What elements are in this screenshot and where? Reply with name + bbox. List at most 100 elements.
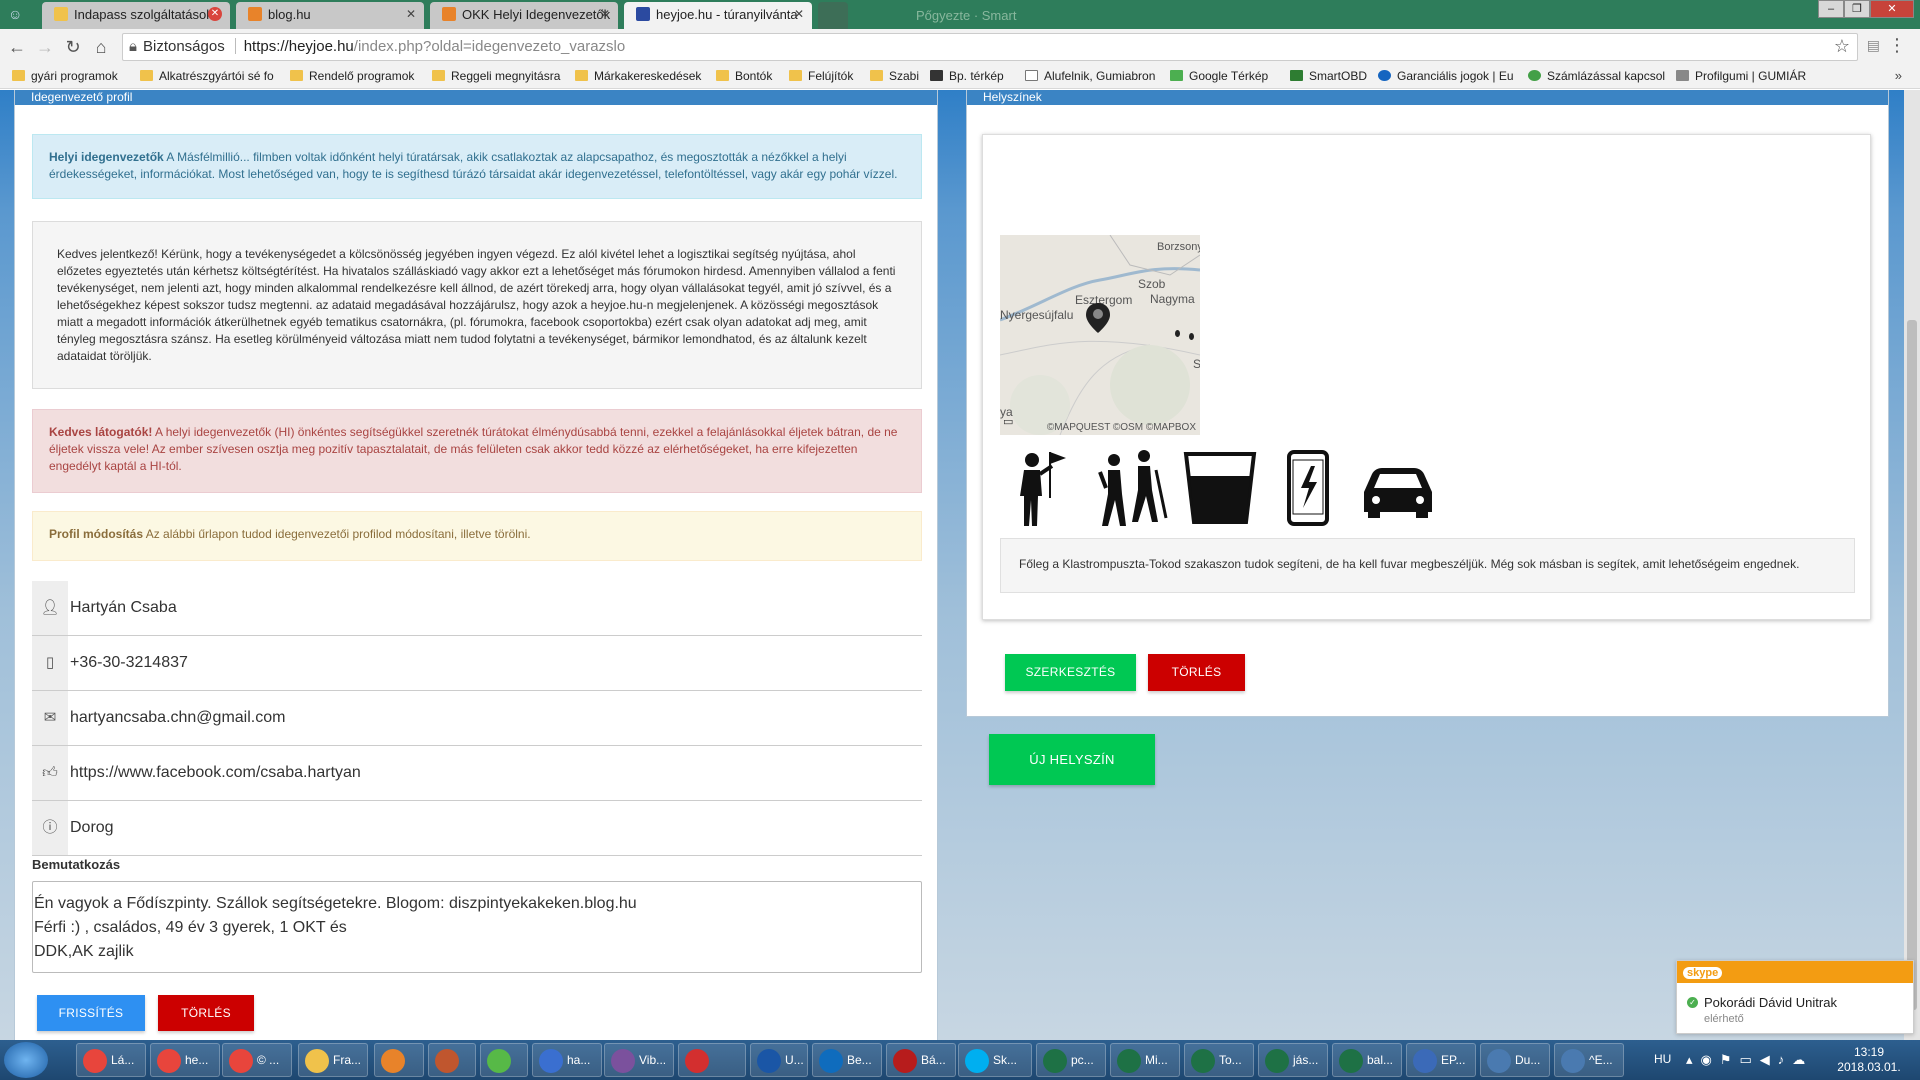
maximize-icon[interactable]: ❐ <box>1844 0 1870 18</box>
bookmarks-overflow-icon[interactable]: » <box>1895 68 1902 83</box>
map-label: Borzsony <box>1157 241 1200 253</box>
home-icon[interactable]: ⌂ <box>90 37 112 58</box>
taskbar-item[interactable]: ^E... <box>1554 1043 1624 1077</box>
app-icon <box>487 1049 511 1073</box>
email-value: hartyancsaba.chn@gmail.com <box>70 709 286 726</box>
tab-blog[interactable]: blog.hu ✕ <box>236 2 424 29</box>
taskbar-item[interactable] <box>374 1043 424 1077</box>
taskbar-item[interactable]: ha... <box>532 1043 602 1077</box>
taskbar-item[interactable] <box>678 1043 746 1077</box>
minimize-icon[interactable]: – <box>1818 0 1844 18</box>
bookmark-item[interactable]: Bp. térkép <box>930 69 1004 83</box>
location-description: Főleg a Klastrompuszta-Tokod szakaszon t… <box>1000 538 1855 593</box>
map-layers-icon[interactable]: ▭ <box>1003 415 1013 428</box>
app-icon <box>539 1049 563 1073</box>
bookmark-item[interactable]: Rendelő programok <box>290 69 414 83</box>
menu-icon[interactable]: ⋮ <box>1888 35 1906 56</box>
taskbar-item[interactable]: bal... <box>1332 1043 1402 1077</box>
bookmark-item[interactable]: Felújítók <box>789 69 853 83</box>
clock-time: 13:19 <box>1853 1045 1885 1059</box>
delete-profile-button[interactable]: TÖRLÉS <box>158 995 254 1031</box>
taskbar-item[interactable]: To... <box>1184 1043 1254 1077</box>
taskbar-item[interactable]: he... <box>150 1043 220 1077</box>
user-profile-icon[interactable]: ☺ <box>8 6 26 22</box>
skype-notification[interactable]: skype ✓ Pokorádi Dávid Unitrak elérhető <box>1676 960 1914 1034</box>
bookmark-item[interactable]: Alufelnik, Gumiabron <box>1025 69 1155 83</box>
taskbar-item[interactable]: Bá... <box>886 1043 956 1077</box>
reload-icon[interactable]: ↻ <box>62 37 84 58</box>
intro-textarea[interactable]: Én vagyok a Fődíszpinty. Szállok segítsé… <box>32 881 922 973</box>
taskbar-item[interactable]: Sk... <box>958 1043 1032 1077</box>
address-bar[interactable]: 🔒︎ Biztonságos https://heyjoe.hu/index.php… <box>122 33 1858 61</box>
bookmark-item[interactable]: Számlázással kapcsol <box>1528 69 1665 83</box>
map-attribution: ©MAPQUEST ©OSM ©MAPBOX <box>1046 422 1196 433</box>
city-field[interactable]: ⓘ Dorog <box>32 801 922 856</box>
taskbar-item[interactable] <box>480 1043 528 1077</box>
taskbar-item[interactable]: Du... <box>1480 1043 1550 1077</box>
start-button-icon[interactable] <box>4 1042 48 1078</box>
alert-text: Az alábbi űrlapon tudod idegenvezetői pr… <box>143 527 531 541</box>
map-icon <box>930 70 943 81</box>
close-window-icon[interactable]: ✕ <box>1870 0 1914 18</box>
extension-icon[interactable]: ▤ <box>1867 37 1880 54</box>
map-marker-icon[interactable] <box>1175 330 1180 337</box>
danger-alert: Kedves látogatók! A helyi idegenvezetők … <box>32 409 922 493</box>
bookmark-star-icon[interactable]: ☆ <box>1834 36 1850 57</box>
taskbar-item[interactable]: pc... <box>1036 1043 1106 1077</box>
tab-close-icon[interactable]: ✕ <box>406 7 416 21</box>
taskbar-item[interactable]: Fra... <box>298 1043 368 1077</box>
bookmark-item[interactable]: Márkakereskedések <box>575 69 701 83</box>
delete-location-button[interactable]: TÖRLÉS <box>1148 654 1245 691</box>
taskbar-item[interactable]: U... <box>750 1043 808 1077</box>
clock[interactable]: 13:19 2018.03.01. <box>1834 1045 1904 1075</box>
taskbar-item[interactable]: EP... <box>1406 1043 1476 1077</box>
bookmark-item[interactable]: gyári programok <box>12 69 118 83</box>
bookmark-item[interactable]: SmartOBD <box>1290 69 1367 83</box>
taskbar-item-label: Vib... <box>639 1053 667 1067</box>
tab-close-icon[interactable]: ✕ <box>794 7 804 21</box>
page-scrollbar[interactable] <box>1904 90 1920 1040</box>
bookmark-item[interactable]: Garanciális jogok | Eu <box>1378 69 1514 83</box>
new-location-button[interactable]: ÚJ HELYSZÍN <box>989 734 1155 785</box>
forward-icon[interactable]: → <box>34 37 56 58</box>
tab-heyjoe[interactable]: heyjoe.hu - túranyilvánta ✕ <box>624 2 812 29</box>
taskbar-item[interactable]: Vib... <box>604 1043 674 1077</box>
edit-location-button[interactable]: SZERKESZTÉS <box>1005 654 1136 691</box>
back-icon[interactable]: ← <box>6 37 28 58</box>
app-icon <box>757 1049 781 1073</box>
taskbar-item[interactable]: jás... <box>1258 1043 1328 1077</box>
location-map[interactable]: Borzsony Szob Esztergom Nagyma Nyergesúj… <box>1000 235 1200 435</box>
app-icon <box>685 1049 709 1073</box>
map-marker-icon[interactable] <box>1189 333 1194 340</box>
bookmark-item[interactable]: Reggeli megnyitásra <box>432 69 560 83</box>
taskbar-item[interactable]: Mi... <box>1110 1043 1180 1077</box>
taskbar-item[interactable]: Be... <box>812 1043 882 1077</box>
tab-okk[interactable]: OKK Helyi Idegenvezetők ✕ <box>430 2 618 29</box>
bookmark-item[interactable]: Bontók <box>716 69 772 83</box>
email-field[interactable]: ✉ hartyancsaba.chn@gmail.com <box>32 691 922 746</box>
skype-logo: skype <box>1683 967 1723 979</box>
taskbar-item-label: Sk... <box>993 1053 1018 1067</box>
tab-favicon-icon <box>442 7 456 21</box>
bookmark-item[interactable]: Profilgumi | GUMIÁR <box>1676 69 1806 83</box>
tab-close-icon[interactable]: ✕ <box>208 7 222 21</box>
scrollbar-thumb[interactable] <box>1907 320 1917 1010</box>
app-icon <box>157 1049 181 1073</box>
language-indicator[interactable]: HU <box>1654 1052 1671 1066</box>
system-tray-icons[interactable]: ▴◉⚑▭◀♪☁ <box>1686 1052 1813 1068</box>
new-tab-button[interactable] <box>818 2 848 29</box>
taskbar-item[interactable]: Lá... <box>76 1043 146 1077</box>
bookmark-item[interactable]: Alkatrészgyártói sé fo <box>140 69 274 83</box>
bookmark-item[interactable]: Google Térkép <box>1170 69 1268 83</box>
app-icon <box>1339 1049 1363 1073</box>
phone-field[interactable]: ▯ +36-30-3214837 <box>32 636 922 691</box>
tab-close-icon[interactable]: ✕ <box>600 7 610 21</box>
map-pin-icon[interactable] <box>1086 303 1110 333</box>
refresh-button[interactable]: FRISSÍTÉS <box>37 995 145 1031</box>
taskbar-item[interactable]: © ... <box>222 1043 292 1077</box>
tab-indapass[interactable]: Indapass szolgáltatások ✕ <box>42 2 230 29</box>
name-field[interactable]: 👤︎ Hartyán Csaba <box>32 581 922 636</box>
facebook-field[interactable]: 👍︎ https://www.facebook.com/csaba.hartya… <box>32 746 922 801</box>
bookmark-item[interactable]: Szabi <box>870 69 919 83</box>
taskbar-item[interactable] <box>428 1043 476 1077</box>
